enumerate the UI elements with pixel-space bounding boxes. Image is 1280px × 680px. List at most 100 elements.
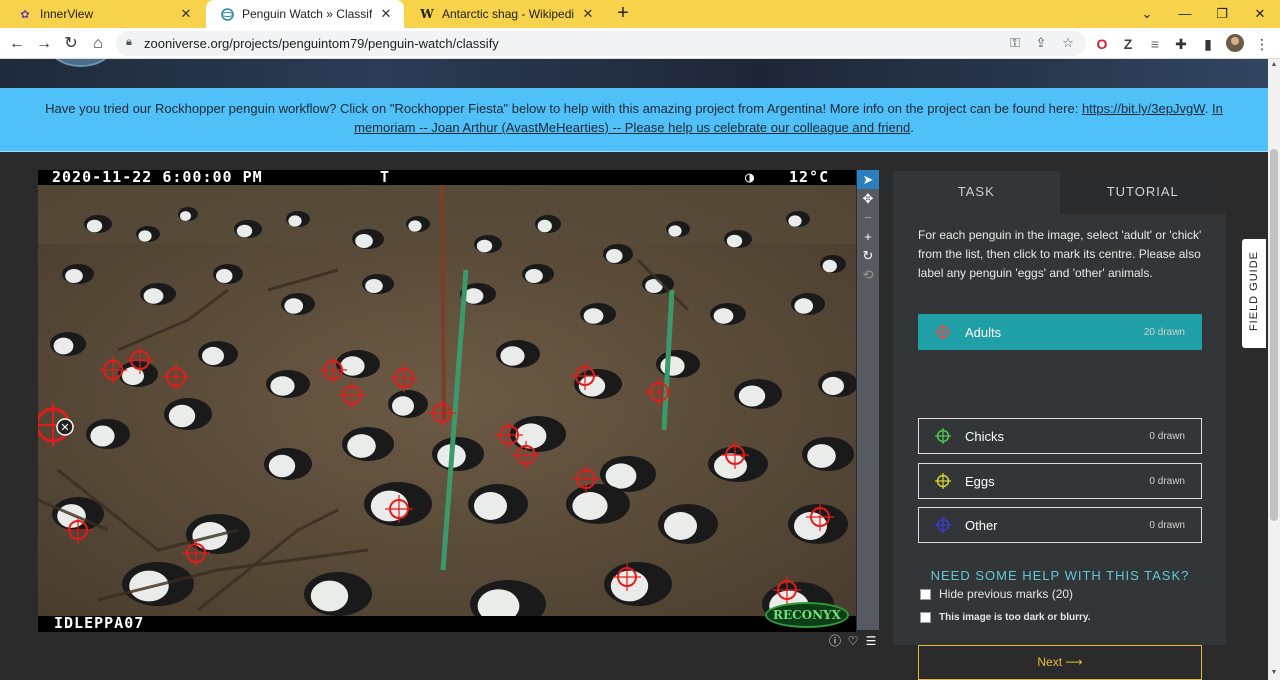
too-dark-option[interactable]: This image is too dark or blurry. (920, 612, 1091, 623)
crosshair-icon (935, 324, 951, 340)
scrollbar-thumb[interactable] (1270, 149, 1278, 521)
tool-eggs[interactable]: Eggs 0 drawn (918, 463, 1202, 499)
penguin-belly (474, 492, 507, 520)
delete-mark-glyph: ✕ (60, 421, 69, 434)
side-panel-icon[interactable]: ▮ (1198, 34, 1218, 54)
info-icon[interactable]: ⓘ (826, 632, 844, 649)
collections-list-icon[interactable]: ☰ (862, 634, 880, 648)
pointer-icon[interactable]: ➤ (857, 170, 879, 189)
maximize-icon[interactable]: ❐ (1207, 4, 1237, 24)
innerview-favicon: ✿ (20, 8, 30, 21)
ground (38, 184, 856, 616)
list-extension-icon[interactable]: ≡ (1145, 34, 1165, 54)
page-scrollbar[interactable]: ▲ ▼ (1268, 59, 1280, 680)
address-bar[interactable]: 🔒︎ zooniverse.org/projects/penguintom79/… (116, 31, 1086, 56)
forward-icon[interactable]: → (33, 33, 55, 55)
penguin-belly (726, 234, 743, 248)
penguin-belly (53, 337, 74, 355)
too-dark-label: This image is too dark or blurry. (939, 612, 1091, 623)
hide-marks-option[interactable]: Hide previous marks (20) (920, 587, 1073, 601)
tab-title: InnerView (40, 7, 94, 21)
zoom-in-icon[interactable]: + (857, 227, 879, 246)
image-toolbar: ➤ ✥ − + ↻ ⟲ (857, 170, 879, 630)
field-guide-tab[interactable]: FIELD GUIDE (1242, 239, 1266, 348)
browser-tab-strip: ✿ InnerView ✕ Penguin Watch » Classify —… (0, 0, 1280, 28)
wooden-stake (440, 183, 446, 421)
share-icon[interactable]: ⇪ (1032, 35, 1050, 51)
announcement-banner: Have you tried our Rockhopper penguin wo… (0, 88, 1268, 152)
url-text: zooniverse.org/projects/penguintom79/pen… (144, 36, 499, 51)
tab-penguin-watch[interactable]: Penguin Watch » Classify — Zooniverse ✕ (206, 0, 404, 28)
close-icon[interactable]: ✕ (178, 6, 194, 22)
penguin-belly (90, 425, 115, 447)
banner-separator: . (1204, 101, 1213, 116)
favorite-heart-icon[interactable]: ♡ (844, 634, 862, 648)
penguin-belly (668, 225, 682, 237)
key-icon[interactable]: ⚿ (1006, 35, 1024, 51)
project-header (0, 59, 1268, 88)
subject-image[interactable]: ✕ 2020-11-22 6:00:00 PM T ◑ 12°C IDLEPPA… (38, 170, 856, 632)
hide-marks-checkbox[interactable] (920, 588, 931, 600)
penguin-belly (288, 215, 302, 227)
penguin-belly (500, 346, 525, 366)
tool-count: 0 drawn (1149, 430, 1185, 442)
window-close-icon[interactable]: ✕ (1245, 4, 1275, 24)
penguin-belly (738, 385, 766, 407)
penguin-belly (65, 269, 83, 283)
more-menu-icon[interactable]: ⋮ (1252, 34, 1272, 54)
penguin-belly (284, 298, 304, 314)
penguin-belly (365, 279, 383, 293)
penguin-belly (713, 308, 734, 324)
temperature-text: 12°C (789, 170, 830, 186)
new-tab-button[interactable]: + (612, 3, 634, 24)
penguin-belly (347, 434, 376, 458)
tool-label: Adults (965, 324, 1002, 340)
tool-adults[interactable]: Adults 20 drawn (918, 314, 1202, 350)
tool-other[interactable]: Other 0 drawn (918, 507, 1202, 543)
penguin-belly (236, 224, 253, 238)
reload-icon[interactable]: ↻ (60, 33, 82, 55)
zoom-out-icon[interactable]: − (857, 208, 879, 227)
too-dark-checkbox[interactable] (920, 612, 931, 623)
move-icon[interactable]: ✥ (857, 189, 879, 208)
back-icon[interactable]: ← (6, 33, 28, 55)
reset-icon[interactable]: ⟲ (857, 265, 879, 284)
rotate-icon[interactable]: ↻ (857, 246, 879, 265)
profile-avatar[interactable] (1225, 34, 1245, 54)
opera-icon[interactable]: O (1092, 34, 1112, 54)
tool-label: Eggs (965, 473, 995, 489)
task-panel: TASK TUTORIAL For each penguin in the im… (893, 171, 1226, 680)
project-avatar[interactable] (50, 59, 112, 67)
penguin-belly (583, 308, 604, 324)
penguin-belly (788, 215, 802, 227)
penguin-belly (807, 444, 836, 468)
penguin-belly (822, 259, 837, 273)
banner-link[interactable]: https://bit.ly/3epJvgW (1082, 101, 1205, 116)
bookmark-star-icon[interactable]: ☆ (1059, 35, 1077, 51)
close-icon[interactable]: ✕ (378, 6, 394, 22)
close-icon[interactable]: ✕ (580, 6, 596, 22)
tab-search-icon[interactable]: ⌄ (1132, 4, 1162, 24)
tool-count: 20 drawn (1143, 326, 1185, 338)
banner-end: . (910, 120, 914, 135)
penguin-belly (216, 269, 233, 283)
tab-innerview[interactable]: ✿ InnerView ✕ (4, 0, 204, 28)
minimize-icon[interactable]: — (1170, 4, 1200, 24)
home-icon[interactable]: ⌂ (87, 33, 109, 55)
tab-title: Antarctic shag - Wikipedia (442, 7, 574, 21)
penguin-belly (794, 298, 814, 314)
scroll-up-icon[interactable]: ▲ (1270, 61, 1278, 68)
penguin-belly (268, 454, 296, 478)
tab-tutorial[interactable]: TUTORIAL (1059, 171, 1226, 214)
scroll-down-icon[interactable]: ▼ (1270, 669, 1278, 676)
penguin-belly (270, 376, 295, 396)
help-link[interactable]: NEED SOME HELP WITH THIS TASK? (918, 568, 1202, 583)
tab-wikipedia[interactable]: W Antarctic shag - Wikipedia ✕ (406, 0, 606, 28)
next-button[interactable]: Next ⟶ (918, 645, 1202, 680)
subject-meta-icons: ⓘ ♡ ☰ (826, 632, 880, 649)
extensions-puzzle-icon[interactable]: ✚ (1171, 34, 1191, 54)
tab-task[interactable]: TASK (893, 171, 1060, 214)
zotero-icon[interactable]: Z (1118, 34, 1138, 54)
tool-chicks[interactable]: Chicks 0 drawn (918, 418, 1202, 454)
penguin-belly (340, 356, 365, 376)
